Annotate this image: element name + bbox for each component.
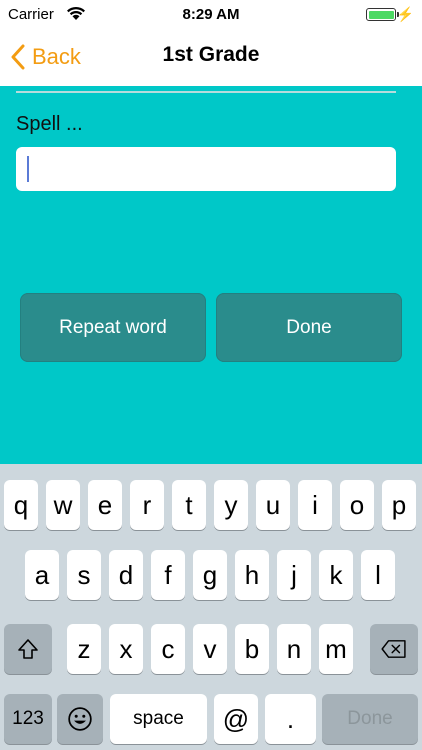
key-b[interactable]: b xyxy=(235,624,269,674)
key-c[interactable]: c xyxy=(151,624,185,674)
key-o[interactable]: o xyxy=(340,480,374,530)
keyboard: q w e r t y u i o p a s d f g h j k l z … xyxy=(0,464,422,750)
key-a[interactable]: a xyxy=(25,550,59,600)
key-p[interactable]: p xyxy=(382,480,416,530)
emoji-icon xyxy=(68,707,92,731)
spelling-input[interactable] xyxy=(16,147,396,191)
clock: 8:29 AM xyxy=(182,6,240,23)
key-i[interactable]: i xyxy=(298,480,332,530)
backspace-icon xyxy=(381,640,406,658)
key-y[interactable]: y xyxy=(214,480,248,530)
done-button[interactable]: Done xyxy=(216,293,402,362)
delete-key[interactable] xyxy=(370,624,418,674)
navigation-bar: Back 1st Grade xyxy=(0,30,422,86)
at-key[interactable]: @ xyxy=(214,694,258,744)
key-t[interactable]: t xyxy=(172,480,206,530)
key-x[interactable]: x xyxy=(109,624,143,674)
shift-key[interactable] xyxy=(4,624,52,674)
spelling-panel: Spell ... Repeat word Done xyxy=(0,86,422,464)
text-cursor xyxy=(27,156,29,182)
key-e[interactable]: e xyxy=(88,480,122,530)
key-m[interactable]: m xyxy=(319,624,353,674)
numbers-key[interactable]: 123 xyxy=(4,694,52,744)
keyboard-done-key[interactable]: Done xyxy=(322,694,418,744)
key-j[interactable]: j xyxy=(277,550,311,600)
key-w[interactable]: w xyxy=(46,480,80,530)
spell-prompt: Spell ... xyxy=(16,113,83,135)
space-key[interactable]: space xyxy=(110,694,207,744)
key-z[interactable]: z xyxy=(67,624,101,674)
key-r[interactable]: r xyxy=(130,480,164,530)
key-k[interactable]: k xyxy=(319,550,353,600)
emoji-key[interactable] xyxy=(57,694,103,744)
battery-icon xyxy=(366,8,399,21)
key-l[interactable]: l xyxy=(361,550,395,600)
key-h[interactable]: h xyxy=(235,550,269,600)
key-u[interactable]: u xyxy=(256,480,290,530)
key-s[interactable]: s xyxy=(67,550,101,600)
key-f[interactable]: f xyxy=(151,550,185,600)
key-q[interactable]: q xyxy=(4,480,38,530)
key-n[interactable]: n xyxy=(277,624,311,674)
page-title: 1st Grade xyxy=(162,43,260,66)
shift-icon xyxy=(18,639,38,659)
key-d[interactable]: d xyxy=(109,550,143,600)
key-v[interactable]: v xyxy=(193,624,227,674)
dot-key[interactable]: . xyxy=(265,694,316,744)
status-bar: Carrier 8:29 AM ⚡ xyxy=(0,0,422,30)
repeat-word-button[interactable]: Repeat word xyxy=(20,293,206,362)
charging-icon: ⚡ xyxy=(396,6,414,22)
key-g[interactable]: g xyxy=(193,550,227,600)
divider xyxy=(16,91,396,93)
